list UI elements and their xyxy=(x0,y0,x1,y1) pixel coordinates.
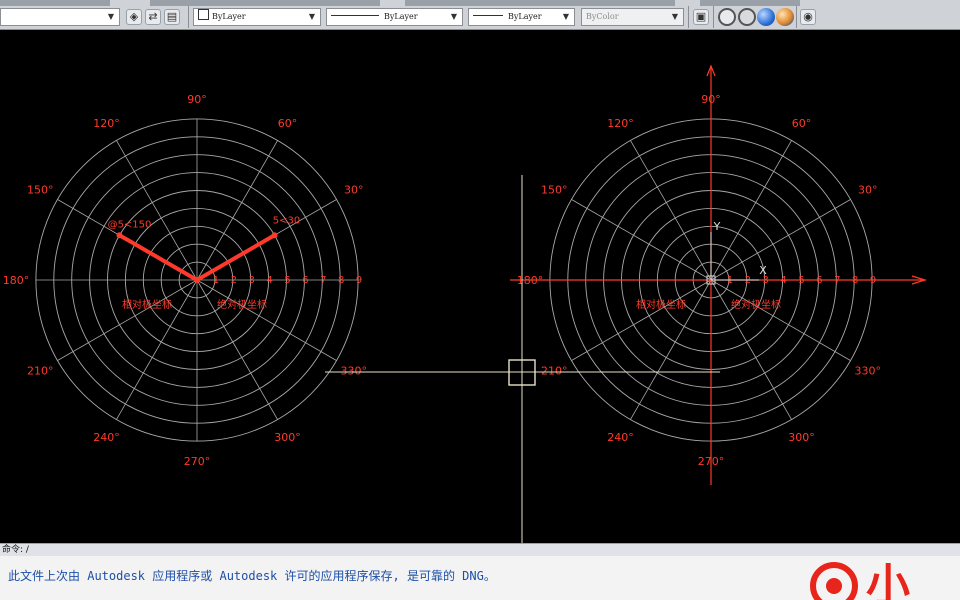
ring-number: 1 xyxy=(213,275,219,286)
command-prompt: 命令: / xyxy=(2,545,29,555)
right-polar-grid: 90°60°30°330°300°270°240°210°180°150°120… xyxy=(510,64,928,485)
angle-label: 120° xyxy=(93,117,120,130)
ring-number: 2 xyxy=(231,275,237,286)
linetype-value: ByLayer xyxy=(384,12,418,21)
angle-label: 240° xyxy=(93,431,120,444)
status-message: 此文件上次由 Autodesk 应用程序或 Autodesk 许可的应用程序保存… xyxy=(8,569,496,583)
drawing-canvas[interactable]: 90°60°30°330°300°270°240°210°180°150°120… xyxy=(0,30,960,543)
toolbar-separator xyxy=(713,6,714,28)
angle-label: 210° xyxy=(27,365,54,378)
angle-label: 30° xyxy=(344,184,364,197)
logo-text: 小 xyxy=(866,560,910,600)
angle-label: 270° xyxy=(184,455,211,468)
ring-number: 4 xyxy=(266,275,272,286)
absolute-label: 绝对极坐标 xyxy=(217,298,267,311)
angle-label: 180° xyxy=(3,274,30,287)
point-marker xyxy=(271,232,278,239)
lineweight-value: ByLayer xyxy=(508,12,542,21)
crosshair-cursor xyxy=(325,175,720,543)
absolute-label: 绝对极坐标 xyxy=(731,298,781,311)
angle-label: 210° xyxy=(541,365,568,378)
angle-label: 150° xyxy=(27,184,54,197)
layer-previous-icon[interactable]: ⇄ xyxy=(145,9,161,25)
relative-ray xyxy=(117,233,199,282)
chevron-down-icon: ▼ xyxy=(450,12,458,21)
angle-label: 330° xyxy=(341,365,368,378)
visual-style-icon[interactable] xyxy=(738,8,756,26)
ring-number: 8 xyxy=(338,275,344,286)
ring-number: 3 xyxy=(249,275,255,286)
workspace-select[interactable]: ▼ xyxy=(0,8,120,26)
toolbar-separator xyxy=(688,6,689,28)
absolute-ray xyxy=(195,233,277,282)
angle-label: 300° xyxy=(788,431,815,444)
angle-label: 240° xyxy=(607,431,634,444)
toolbar-separator xyxy=(796,6,797,28)
chevron-down-icon: ▼ xyxy=(562,12,570,21)
render-settings-icon[interactable] xyxy=(718,8,736,26)
point-marker xyxy=(116,232,123,239)
chevron-down-icon: ▼ xyxy=(308,12,316,21)
angle-label: 120° xyxy=(607,117,634,130)
ring-number: 6 xyxy=(302,275,308,286)
layer-value: ByLayer xyxy=(212,12,246,21)
plot-style-select[interactable]: ByColor ▼ xyxy=(581,8,684,26)
logo-dot-icon xyxy=(826,578,842,594)
linetype-preview-icon xyxy=(331,15,379,16)
properties-toolbar: ▼ ◈ ⇄ ▤ ByLayer ▼ ByLayer ▼ ByLayer ▼ By… xyxy=(0,0,960,30)
point-label: 5<30 xyxy=(273,215,300,226)
origin-marker xyxy=(194,277,200,283)
toolbar-fragment xyxy=(150,0,380,6)
render-icon[interactable] xyxy=(776,8,794,26)
layer-state-icon[interactable]: ▤ xyxy=(164,9,180,25)
angle-label: 60° xyxy=(792,117,812,130)
angle-label: 60° xyxy=(278,117,298,130)
ring-number: 7 xyxy=(320,275,326,286)
toolbar-fragment xyxy=(0,0,110,6)
color-swatch-icon xyxy=(198,9,209,20)
lineweight-select[interactable]: ByLayer ▼ xyxy=(468,8,575,26)
ucs-y-label: Y xyxy=(713,220,721,233)
relative-label: 相对极坐标 xyxy=(122,298,172,311)
watermark-logo: 小 xyxy=(810,560,910,600)
camera-icon[interactable]: ◉ xyxy=(800,9,816,25)
layer-select[interactable]: ByLayer ▼ xyxy=(193,8,321,26)
relative-label: 相对极坐标 xyxy=(636,298,686,311)
angle-label: 150° xyxy=(541,184,568,197)
layer-manager-icon[interactable]: ◈ xyxy=(126,9,142,25)
angle-label: 330° xyxy=(855,365,882,378)
print-preview-icon[interactable]: ▣ xyxy=(693,9,709,25)
ring-number: 9 xyxy=(356,275,362,286)
ring-number: 5 xyxy=(284,275,290,286)
toolbar-separator xyxy=(188,6,189,28)
angle-label: 90° xyxy=(187,93,207,106)
ucs-x-label: X xyxy=(759,264,767,277)
command-line[interactable]: 命令: / xyxy=(0,543,960,556)
plot-style-value: ByColor xyxy=(586,12,619,21)
toolbar-fragment xyxy=(405,0,675,6)
toolbar-fragment xyxy=(700,0,800,6)
materials-icon[interactable] xyxy=(757,8,775,26)
angle-label: 30° xyxy=(858,184,878,197)
angle-label: 300° xyxy=(274,431,301,444)
linetype-select[interactable]: ByLayer ▼ xyxy=(326,8,463,26)
left-polar-grid: 90° 60° 30° 330° 300° 270° 240° 210° 180° 150° 120… xyxy=(3,93,367,468)
lineweight-preview-icon xyxy=(473,15,503,16)
point-label: @5<150 xyxy=(108,219,152,230)
chevron-down-icon: ▼ xyxy=(107,12,115,21)
chevron-down-icon: ▼ xyxy=(671,12,679,21)
